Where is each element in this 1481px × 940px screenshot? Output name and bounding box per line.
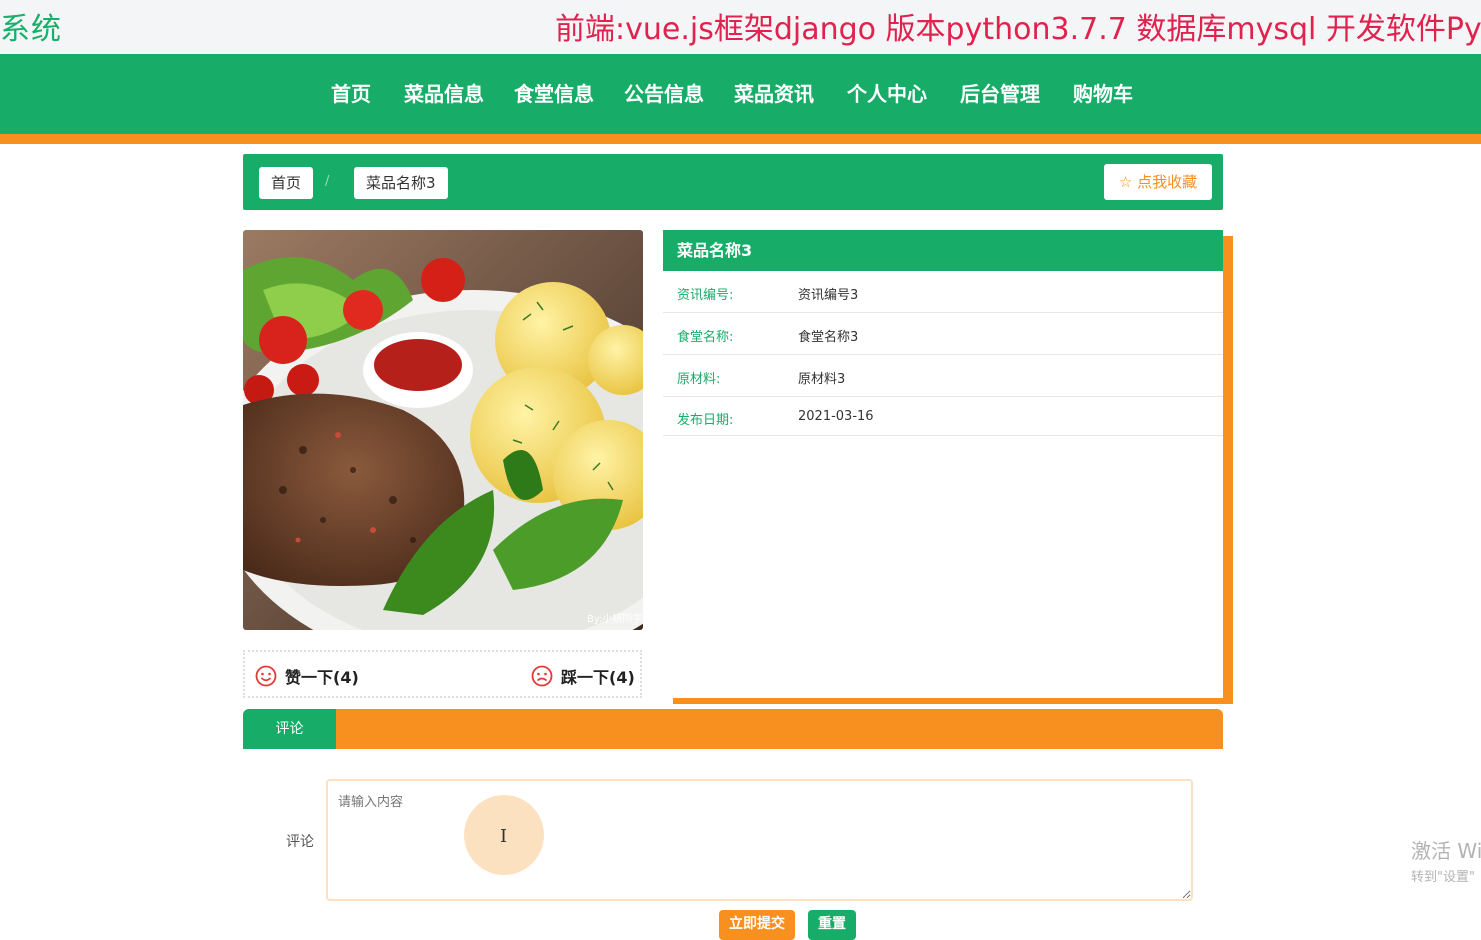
detail-label-news-no: 资讯编号:	[677, 288, 734, 303]
top-banner-bar: 系统 前端:vue.js框架django 版本python3.7.7 数据库my…	[0, 0, 1481, 54]
dislike-button[interactable]: 踩一下(4)	[531, 664, 635, 688]
nav-item-cart[interactable]: 购物车	[1073, 78, 1133, 107]
detail-row: 资讯编号: 资讯编号3	[663, 271, 1223, 313]
breadcrumb: 首页 / 菜品名称3 ☆ 点我收藏	[243, 154, 1223, 210]
nav-item-home[interactable]: 首页	[331, 78, 371, 107]
comment-label: 评论	[286, 834, 314, 850]
detail-row: 食堂名称: 食堂名称3	[663, 313, 1223, 355]
favorite-label: 点我收藏	[1137, 173, 1198, 191]
nav-item-canteens[interactable]: 食堂信息	[514, 78, 594, 107]
detail-value-ingredients: 原材料3	[798, 372, 846, 387]
text-cursor-icon: I	[500, 826, 508, 847]
main-nav: 首页 菜品信息 食堂信息 公告信息 菜品资讯 个人中心 后台管理 购物车	[0, 54, 1481, 134]
detail-label-ingredients: 原材料:	[677, 372, 721, 387]
vote-box: 赞一下(4) 踩一下(4)	[243, 650, 642, 698]
breadcrumb-current[interactable]: 菜品名称3	[354, 167, 448, 199]
detail-row: 发布日期: 2021-03-16	[663, 397, 1223, 436]
nav-item-notices[interactable]: 公告信息	[624, 78, 704, 107]
nav-item-dishes[interactable]: 菜品信息	[404, 78, 484, 107]
favorite-button[interactable]: ☆ 点我收藏	[1104, 164, 1212, 200]
nav-item-dish-news[interactable]: 菜品资讯	[734, 78, 814, 107]
system-title: 系统	[0, 12, 62, 47]
reset-button[interactable]: 重置	[808, 910, 856, 940]
detail-title: 菜品名称3	[663, 230, 1223, 271]
frown-icon	[531, 665, 553, 687]
smile-icon	[255, 665, 277, 687]
detail-panel: 菜品名称3 资讯编号: 资讯编号3 食堂名称: 食堂名称3 原材料: 原材料3 …	[663, 230, 1223, 698]
like-button[interactable]: 赞一下(4)	[255, 664, 359, 688]
watermark-line2: 转到"设置"	[1411, 870, 1475, 885]
breadcrumb-separator: /	[325, 174, 330, 189]
watermark-line1: 激活 Wi	[1411, 839, 1481, 863]
like-label: 赞一下(4)	[285, 668, 359, 687]
detail-label-canteen: 食堂名称:	[677, 330, 734, 345]
dish-photo: By:小妍同学	[243, 230, 643, 630]
detail-value-news-no: 资讯编号3	[798, 288, 859, 303]
nav-item-profile[interactable]: 个人中心	[847, 78, 927, 107]
os-activation-watermark: 激活 Wi 转到"设置"	[1411, 835, 1481, 885]
tab-bar: 评论	[243, 709, 1223, 749]
star-icon: ☆	[1118, 173, 1133, 191]
nav-item-admin[interactable]: 后台管理	[960, 78, 1040, 107]
tab-comment[interactable]: 评论	[243, 709, 336, 749]
detail-label-date: 发布日期:	[677, 413, 734, 428]
breadcrumb-home[interactable]: 首页	[259, 167, 314, 199]
detail-value-date: 2021-03-16	[798, 409, 874, 424]
photo-watermark: By:小妍同学	[587, 612, 642, 625]
submit-button[interactable]: 立即提交	[719, 910, 795, 940]
detail-value-canteen: 食堂名称3	[798, 330, 859, 345]
comment-input[interactable]	[326, 779, 1193, 901]
dislike-label: 踩一下(4)	[561, 668, 635, 687]
nav-accent-strip	[0, 134, 1481, 144]
detail-row: 原材料: 原材料3	[663, 355, 1223, 397]
tech-stack-banner: 前端:vue.js框架django 版本python3.7.7 数据库mysql…	[555, 12, 1481, 47]
